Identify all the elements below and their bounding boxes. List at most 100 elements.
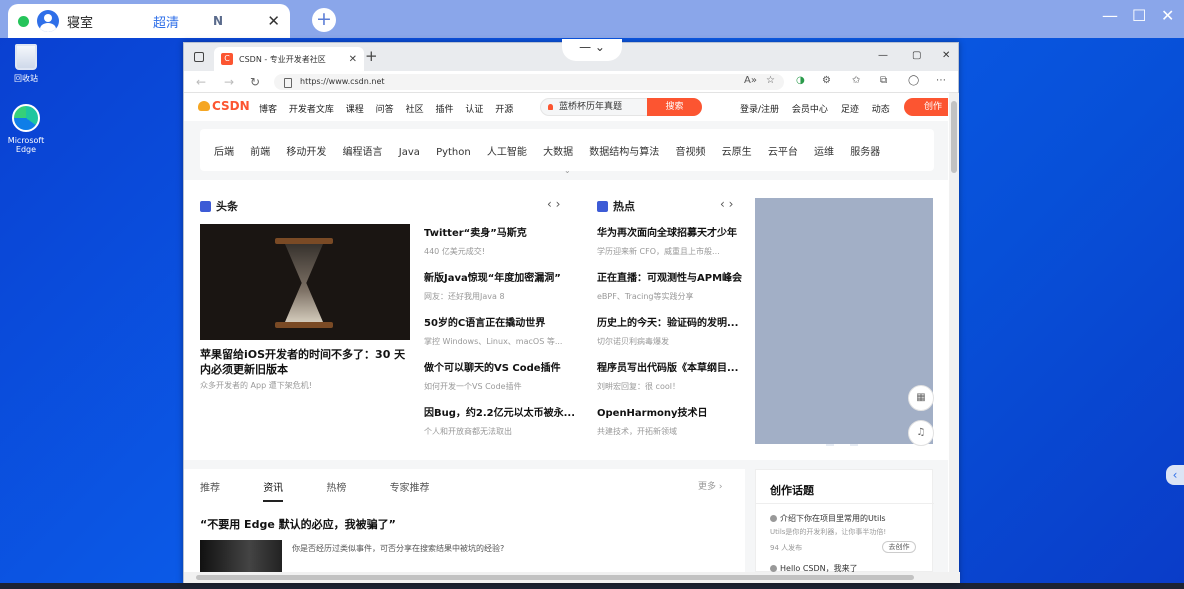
minimize-button[interactable]: — <box>1102 6 1118 25</box>
hero-title[interactable]: 苹果留给iOS开发者的时间不多了：30 天内必须更新旧版本 <box>200 347 410 377</box>
category-item[interactable]: 编程语言 <box>343 147 383 158</box>
nav-item[interactable]: 社区 <box>406 105 424 115</box>
category-item[interactable]: 云平台 <box>768 147 798 158</box>
extension-icon[interactable]: ◑ <box>796 75 805 86</box>
nav-item[interactable]: 开发者文库 <box>289 105 334 115</box>
desktop-icon-edge[interactable]: Microsoft Edge <box>6 104 46 154</box>
qrcode-icon[interactable]: ▦ <box>908 385 934 411</box>
banner-pager-dots[interactable] <box>826 435 866 446</box>
hot-pager[interactable]: ‹ › <box>720 197 733 211</box>
hot-title: 历史上的今天：验证码的发明... <box>597 318 739 329</box>
more-icon[interactable]: ⋯ <box>936 75 946 86</box>
headline-item[interactable]: Twitter“卖身”马斯克 440 亿美元成交! <box>424 224 574 257</box>
hot-sub: 学历迎来新 CFO，威重且上市般... <box>597 247 720 256</box>
more-link[interactable]: 更多 › <box>698 479 722 492</box>
address-input[interactable]: https://www.csdn.net <box>274 74 784 90</box>
headline-item[interactable]: 新版Java惊现“年度加密漏洞” 网友：还好我用Java 8 <box>424 269 574 302</box>
hot-item[interactable]: 历史上的今天：验证码的发明... 切尔诺贝利病毒爆发 <box>597 314 747 347</box>
remote-top-bar: 寝室 超清 N ✕ + — ☐ ✕ <box>0 0 1184 38</box>
mode-indicator[interactable]: N <box>213 14 243 28</box>
category-item[interactable]: 移动开发 <box>286 147 326 158</box>
nav-item[interactable]: 认证 <box>465 105 483 115</box>
recycle-bin-icon <box>15 44 37 70</box>
tab-actions-icon[interactable] <box>194 52 204 62</box>
expand-chevron-icon[interactable]: ⌄ <box>564 166 571 175</box>
hot-item[interactable]: 正在直播：可观测性与APM峰会 eBPF、Tracing等实践分享 <box>597 269 747 302</box>
category-item[interactable]: 人工智能 <box>487 147 527 158</box>
nav-item[interactable]: 插件 <box>435 105 453 115</box>
history-link[interactable]: 足迹 <box>841 105 859 115</box>
favorite-icon[interactable]: ☆ <box>766 75 775 86</box>
profile-icon[interactable]: ◯ <box>908 75 919 86</box>
browser-maximize-button[interactable]: ▢ <box>912 50 921 61</box>
nav-item[interactable]: 开源 <box>495 105 513 115</box>
headline-item[interactable]: 做个可以聊天的VS Code插件 如何开发一个VS Code插件 <box>424 359 574 392</box>
desktop-icon-recycle-bin[interactable]: 回收站 <box>6 44 46 83</box>
category-item[interactable]: 大数据 <box>543 147 573 158</box>
tab-hot[interactable]: 热榜 <box>326 483 346 494</box>
favorites-icon[interactable]: ✩ <box>852 75 860 86</box>
article-thumbnail[interactable] <box>200 540 282 572</box>
csdn-logo[interactable]: CSDN <box>198 99 250 113</box>
article-title[interactable]: “不要用 Edge 默认的必应，我被骗了” <box>200 516 396 532</box>
headlines-pager[interactable]: ‹ › <box>547 197 560 211</box>
edge-icon <box>12 104 40 132</box>
support-headset-icon[interactable]: ♫ <box>908 420 934 446</box>
dynamic-link[interactable]: 动态 <box>872 105 890 115</box>
nav-item[interactable]: 问答 <box>376 105 394 115</box>
side-panel-toggle[interactable]: ‹ <box>1166 465 1184 485</box>
vip-link[interactable]: 会员中心 <box>792 105 828 115</box>
add-session-button[interactable]: + <box>312 8 336 32</box>
category-item[interactable]: 运维 <box>814 147 834 158</box>
category-item[interactable]: 云原生 <box>722 147 752 158</box>
settings-icon[interactable]: ⚙ <box>822 75 831 86</box>
search-button[interactable]: 搜索 <box>647 98 702 116</box>
scroll-thumb[interactable] <box>196 575 914 580</box>
category-item[interactable]: 后端 <box>214 147 234 158</box>
category-item[interactable]: 服务器 <box>850 147 880 158</box>
browser-minimize-button[interactable]: — <box>878 50 888 61</box>
nav-item[interactable]: 博客 <box>259 105 277 115</box>
hot-item[interactable]: 华为再次面向全球招募天才少年 学历迎来新 CFO，威重且上市般... <box>597 224 747 257</box>
category-item[interactable]: 音视频 <box>675 147 705 158</box>
headline-item[interactable]: 50岁的C语言正在撬动世界 掌控 Windows、Linux、macOS 等... <box>424 314 574 347</box>
nav-item[interactable]: 课程 <box>346 105 364 115</box>
topic-item[interactable]: Hello CSDN，我来了 <box>770 563 858 572</box>
read-aloud-icon[interactable]: A» <box>744 75 757 86</box>
tab-news[interactable]: 资讯 <box>263 483 284 502</box>
maximize-button[interactable]: ☐ <box>1132 6 1146 25</box>
remote-device-tab[interactable]: 寝室 超清 N ✕ <box>8 4 290 38</box>
tab-expert[interactable]: 专家推荐 <box>390 483 430 494</box>
hot-item[interactable]: 程序员写出代码版《本草纲目... 刘畊宏回复：很 cool！ <box>597 359 747 392</box>
vertical-scrollbar[interactable] <box>949 93 959 572</box>
forward-button[interactable]: → <box>224 75 234 89</box>
collections-icon[interactable]: ⧉ <box>880 75 887 86</box>
tab-csdn[interactable]: C CSDN - 专业开发者社区 ✕ <box>214 47 364 71</box>
hero-image[interactable] <box>200 224 410 340</box>
headline-item[interactable]: 因Bug，约2.2亿元以太币被永... 个人和开放商都无法取出 <box>424 404 574 437</box>
topic-desc: Utils是你的开发利器，让你事半功倍! <box>770 528 887 536</box>
create-button[interactable]: 创作 <box>904 98 948 116</box>
category-item[interactable]: Python <box>436 147 471 158</box>
scroll-thumb[interactable] <box>951 101 957 173</box>
category-item[interactable]: 前端 <box>250 147 270 158</box>
category-item[interactable]: Java <box>399 147 420 158</box>
browser-close-button[interactable]: ✕ <box>942 50 950 61</box>
category-item[interactable]: 数据结构与算法 <box>589 147 659 158</box>
close-window-button[interactable]: ✕ <box>1161 6 1174 25</box>
topic-item[interactable]: 介绍下你在项目里常用的Utils <box>770 513 886 524</box>
back-button[interactable]: ← <box>196 75 206 89</box>
login-link[interactable]: 登录/注册 <box>740 105 779 115</box>
toolbar-handle[interactable]: — ⌄ <box>562 39 622 61</box>
go-create-button[interactable]: 去创作 <box>882 541 916 553</box>
close-tab-button[interactable]: ✕ <box>267 12 280 30</box>
quality-selector[interactable]: 超清 <box>153 12 213 31</box>
reload-button[interactable]: ↻ <box>250 75 260 89</box>
new-tab-button[interactable]: + <box>365 47 378 65</box>
tab-recommend[interactable]: 推荐 <box>200 483 220 494</box>
horizontal-scrollbar[interactable] <box>184 572 960 583</box>
headline-sub: 掌控 Windows、Linux、macOS 等... <box>424 337 563 346</box>
hot-item[interactable]: OpenHarmony技术日 共建技术，开拓新领域 <box>597 404 747 437</box>
ad-banner[interactable] <box>755 198 933 444</box>
close-tab-icon[interactable]: ✕ <box>349 54 357 65</box>
